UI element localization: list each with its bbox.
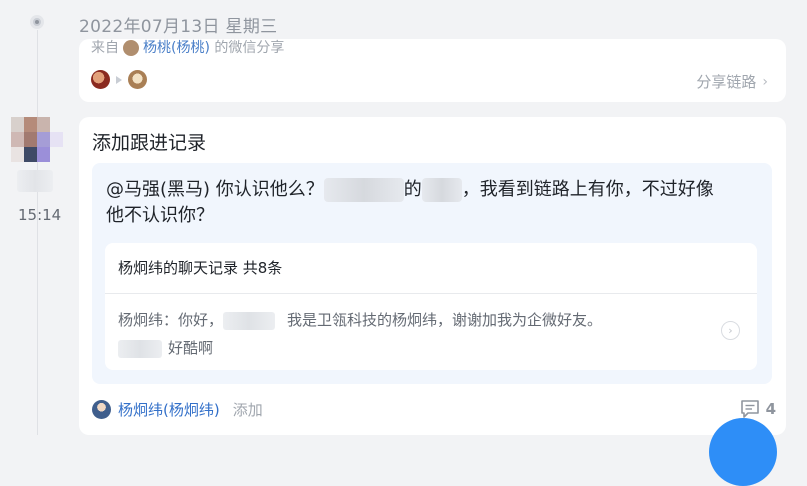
source-prefix: 来自: [91, 40, 119, 56]
chat-record-card[interactable]: 杨炯纬的聊天记录 共8条 杨炯纬：你好， 我是卫瓴科技的杨炯纬，谢谢加我为企微好友…: [105, 243, 757, 370]
arrow-right-icon: [116, 75, 122, 84]
chat-preview-line: 杨炯纬：你好， 我是卫瓴科技的杨炯纬，谢谢加我为企微好友。: [118, 309, 602, 330]
avatar[interactable]: [128, 70, 147, 89]
comment-count: 4: [765, 400, 776, 418]
message-bubble: @马强(黑马) 你认识他么？ 的 ，我看到链路上有你，不过好像 他不认识你？ 杨炯纬…: [92, 163, 772, 384]
share-source-text: 来自 杨桃(杨桃) 的微信分享: [91, 37, 284, 57]
share-link-button[interactable]: 分享链路 ›: [696, 71, 768, 92]
avatar[interactable]: [91, 70, 110, 89]
blurred-text: [223, 311, 276, 330]
divider: [105, 293, 757, 294]
source-suffix: 的微信分享: [214, 40, 285, 56]
add-button[interactable]: 添加: [233, 399, 263, 420]
message-segment: 的: [403, 179, 422, 200]
message-text: @马强(黑马) 你认识他么？ 的 ，我看到链路上有你，不过好像 他不认识你？: [106, 177, 746, 229]
blurred-text: [323, 178, 404, 202]
record-footer: 杨炯纬(杨炯纬) 添加 4: [92, 397, 776, 421]
chevron-right-icon[interactable]: ›: [721, 321, 740, 340]
comment-button[interactable]: 4: [740, 399, 776, 419]
message-segment: 他不认识你？: [106, 205, 214, 226]
record-title: 添加跟进记录: [92, 132, 207, 154]
share-card: 来自 杨桃(杨桃) 的微信分享 分享链路 ›: [79, 39, 786, 102]
avatar: [123, 40, 139, 56]
chat-text: 好酷啊: [168, 339, 214, 357]
message-segment: @马强(黑马) 你认识他么？: [106, 179, 324, 200]
blurred-user-name: [17, 170, 53, 192]
chat-text: 杨炯纬：你好，: [118, 311, 224, 329]
source-user-link[interactable]: 杨桃(杨桃): [143, 40, 210, 56]
comment-icon: [740, 400, 759, 418]
chat-record-title: 杨炯纬的聊天记录 共8条: [118, 259, 283, 277]
author-link[interactable]: 杨炯纬(杨炯纬): [118, 399, 220, 420]
avatar[interactable]: [92, 399, 111, 419]
chevron-right-icon: ›: [762, 73, 768, 90]
message-segment: ，我看到链路上有你，不过好像: [461, 179, 714, 200]
floating-action-button[interactable]: [709, 418, 777, 486]
blurred-text: [118, 339, 162, 358]
share-chain: [91, 70, 147, 89]
avatar[interactable]: [11, 117, 63, 162]
followup-record-card: 添加跟进记录 @马强(黑马) 你认识他么？ 的 ，我看到链路上有你，不过好像 他不认…: [79, 117, 786, 435]
chat-preview-line: 好酷啊: [118, 337, 213, 358]
blurred-text: [421, 178, 462, 202]
timeline-dot-icon: [30, 15, 44, 29]
timeline-line: [37, 30, 38, 435]
share-link-label: 分享链路: [696, 73, 757, 91]
entry-time: 15:14: [18, 206, 62, 224]
chat-text: 我是卫瓴科技的杨炯纬，谢谢加我为企微好友。: [287, 311, 603, 329]
date-heading: 2022年07月13日 星期三: [79, 17, 278, 37]
